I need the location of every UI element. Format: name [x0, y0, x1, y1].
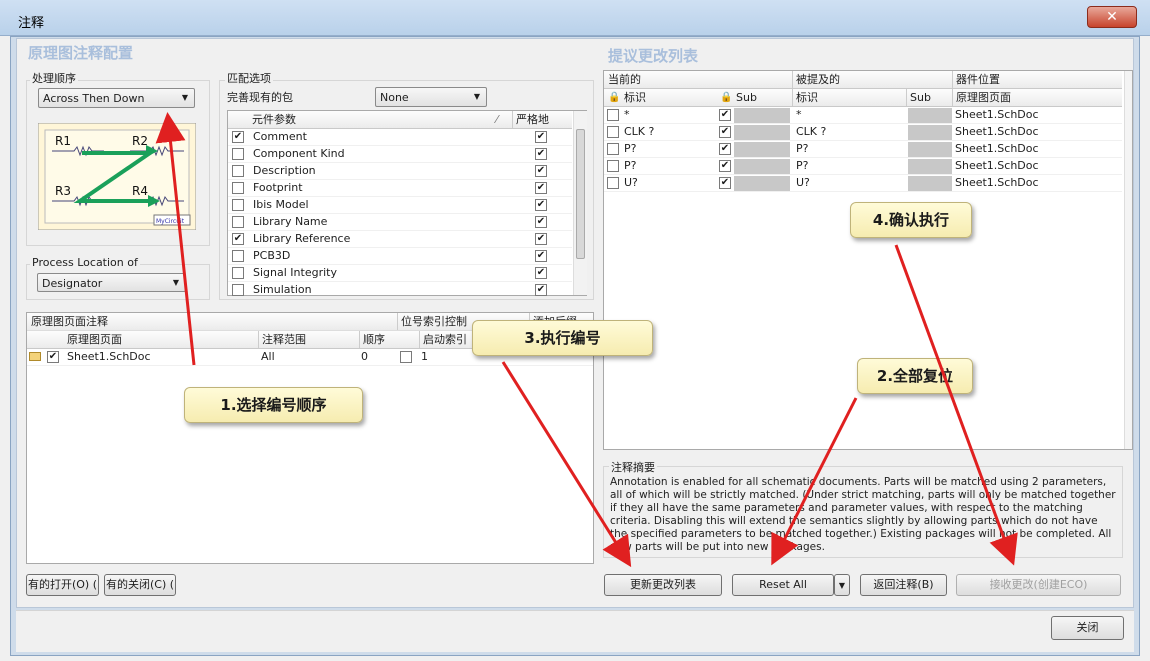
arrow-to-accept-button	[894, 244, 1018, 566]
arrow-to-reset-button	[771, 397, 858, 566]
annotation-arrows	[155, 112, 1018, 568]
arrow-to-order-select	[155, 112, 196, 366]
arrow-to-update-button	[501, 361, 632, 568]
